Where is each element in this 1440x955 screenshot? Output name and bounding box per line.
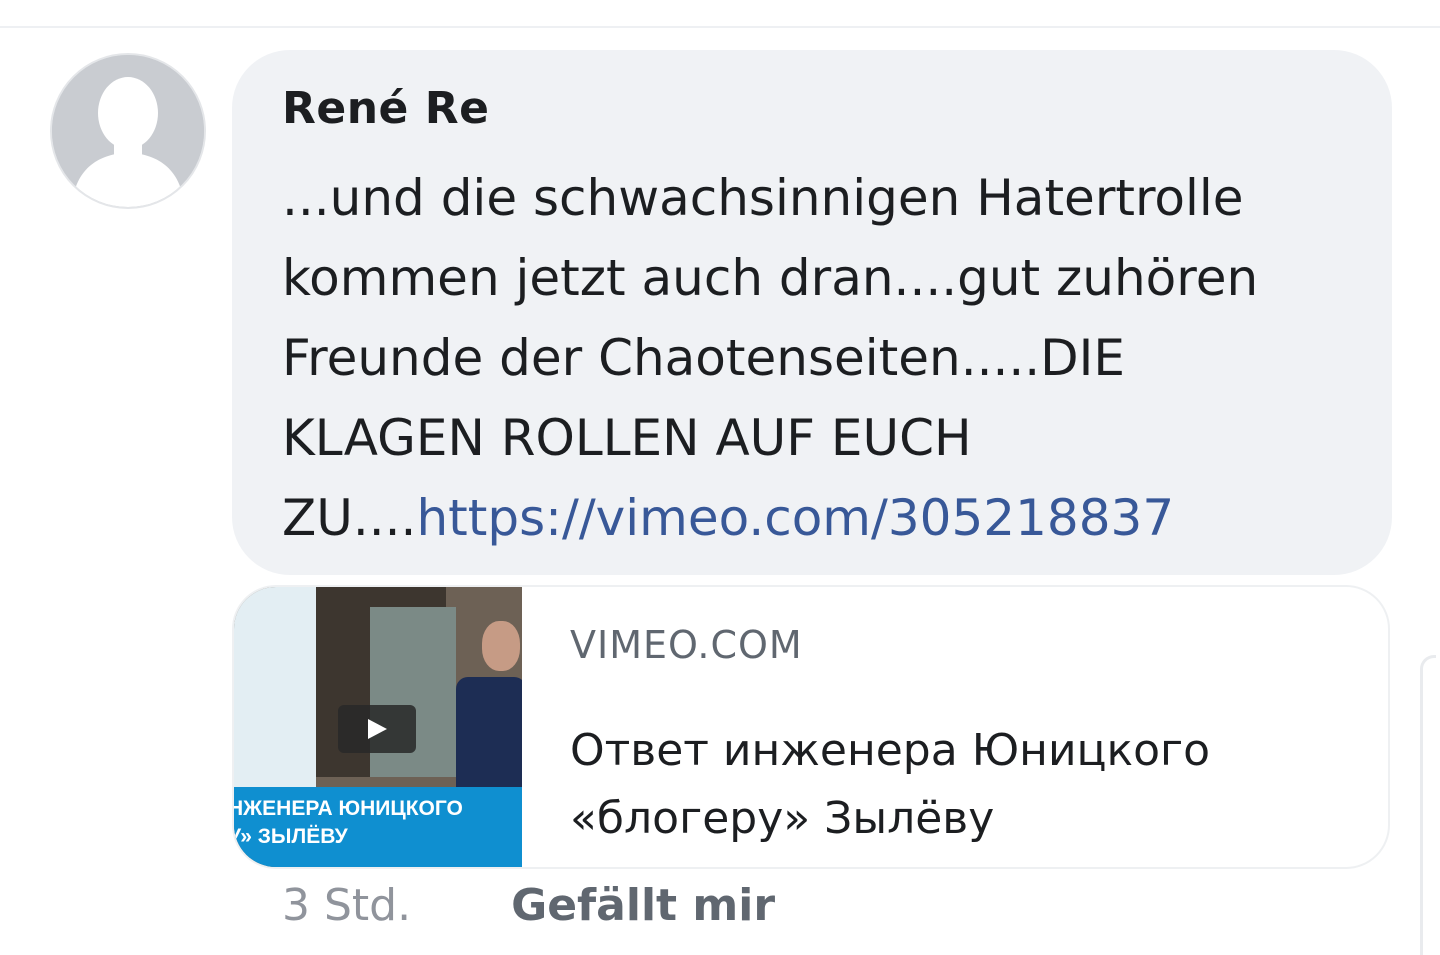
link-title: Ответ инженера Юницкого «блогеру» Зылёву [570,725,1211,844]
comment-text: ...und die schwachsinnigen Hatertrolle k… [282,158,1342,558]
link-domain: VIMEO.COM [570,623,803,667]
default-profile-silhouette-icon [52,55,204,207]
comment-timestamp[interactable]: 3 Std. [282,880,411,931]
comment-meta-row: 3 Std. Gefällt mir [282,880,775,931]
link-preview-card[interactable]: НЖЕНЕРА ЮНИЦКОГО У» ЗЫЛЁВУ VIMEO.COM Отв… [232,585,1390,869]
scrollbar[interactable] [1420,655,1436,955]
play-icon [368,719,387,739]
play-button[interactable] [338,705,416,753]
comment-link[interactable]: https://vimeo.com/305218837 [416,489,1174,547]
thumbnail-caption-line2: У» ЗЫЛЁВУ [234,825,348,848]
thumbnail-screen [234,587,316,787]
top-divider [0,26,1440,28]
video-thumbnail[interactable]: НЖЕНЕРА ЮНИЦКОГО У» ЗЫЛЁВУ [234,587,522,867]
thumbnail-person-head [482,621,520,671]
thumbnail-caption-line1: НЖЕНЕРА ЮНИЦКОГО [234,797,463,820]
comment-bubble: René Re ...und die schwachsinnigen Hater… [232,50,1392,575]
thumbnail-banner: НЖЕНЕРА ЮНИЦКОГО У» ЗЫЛЁВУ [234,787,522,867]
avatar[interactable] [50,53,206,209]
comment-author[interactable]: René Re [282,78,1342,140]
like-button[interactable]: Gefällt mir [511,880,775,931]
